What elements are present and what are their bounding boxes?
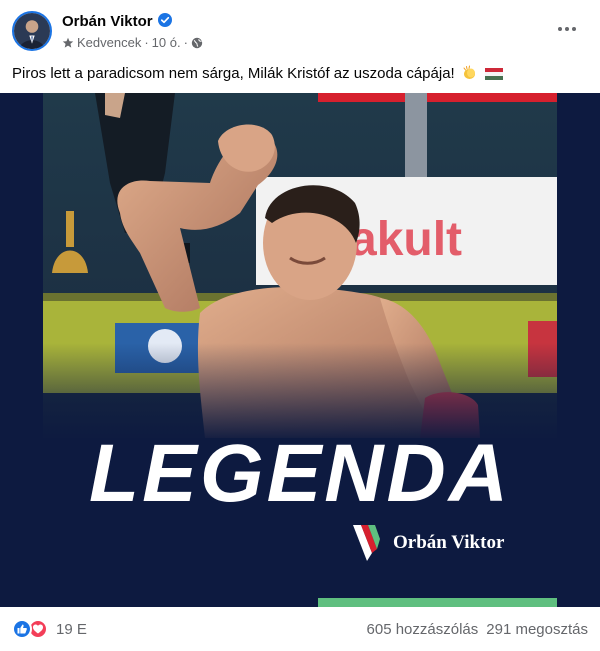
- shares-count[interactable]: 291 megosztás: [486, 621, 588, 638]
- comments-count[interactable]: 605 hozzászólás: [367, 621, 479, 638]
- verified-badge-icon: [157, 13, 172, 27]
- bottom-green-bar: [318, 598, 557, 607]
- author-name[interactable]: Orbán Viktor: [62, 13, 172, 30]
- reactions-summary[interactable]: 19 E: [12, 619, 87, 639]
- author-avatar[interactable]: [12, 11, 52, 51]
- meta-separator-2: ·: [183, 35, 188, 50]
- author-name-text[interactable]: Orbán Viktor: [62, 13, 153, 30]
- post-image[interactable]: akult LEGENDA Orbán Viktor: [0, 93, 600, 607]
- star-icon: [62, 37, 74, 49]
- banner-text: akult: [350, 213, 462, 266]
- globe-icon[interactable]: [191, 37, 203, 49]
- meta-separator: ·: [144, 35, 149, 50]
- post-time[interactable]: 10 ó.: [152, 35, 181, 50]
- brand-v-logo-icon: [353, 525, 380, 561]
- top-red-bar: [318, 93, 557, 102]
- audience-label[interactable]: Kedvencek: [77, 35, 141, 50]
- post-footer: 19 E 605 hozzászólás 291 megosztás: [0, 607, 600, 651]
- post-text-content: Piros lett a paradicsom nem sárga, Milák…: [12, 65, 455, 82]
- clapping-hands-emoji: [462, 65, 478, 87]
- brand-name: Orbán Viktor: [393, 532, 505, 553]
- engagement-stats: 605 hozzászólás 291 megosztás: [367, 621, 588, 638]
- swimmer-photo: akult: [0, 93, 600, 607]
- post-meta: Kedvencek · 10 ó. ·: [62, 35, 203, 50]
- avatar-portrait-icon: [14, 13, 50, 49]
- image-headline: LEGENDA: [89, 428, 511, 519]
- reaction-count[interactable]: 19 E: [56, 621, 87, 638]
- hungarian-flag-emoji: [485, 67, 504, 87]
- brand-logo: Orbán Viktor: [353, 525, 504, 561]
- post-text: Piros lett a paradicsom nem sárga, Milák…: [12, 64, 504, 87]
- like-icon: [12, 619, 32, 639]
- post-header: Orbán Viktor Kedvencek · 10 ó. ·: [0, 0, 600, 58]
- more-options-icon[interactable]: [554, 18, 580, 40]
